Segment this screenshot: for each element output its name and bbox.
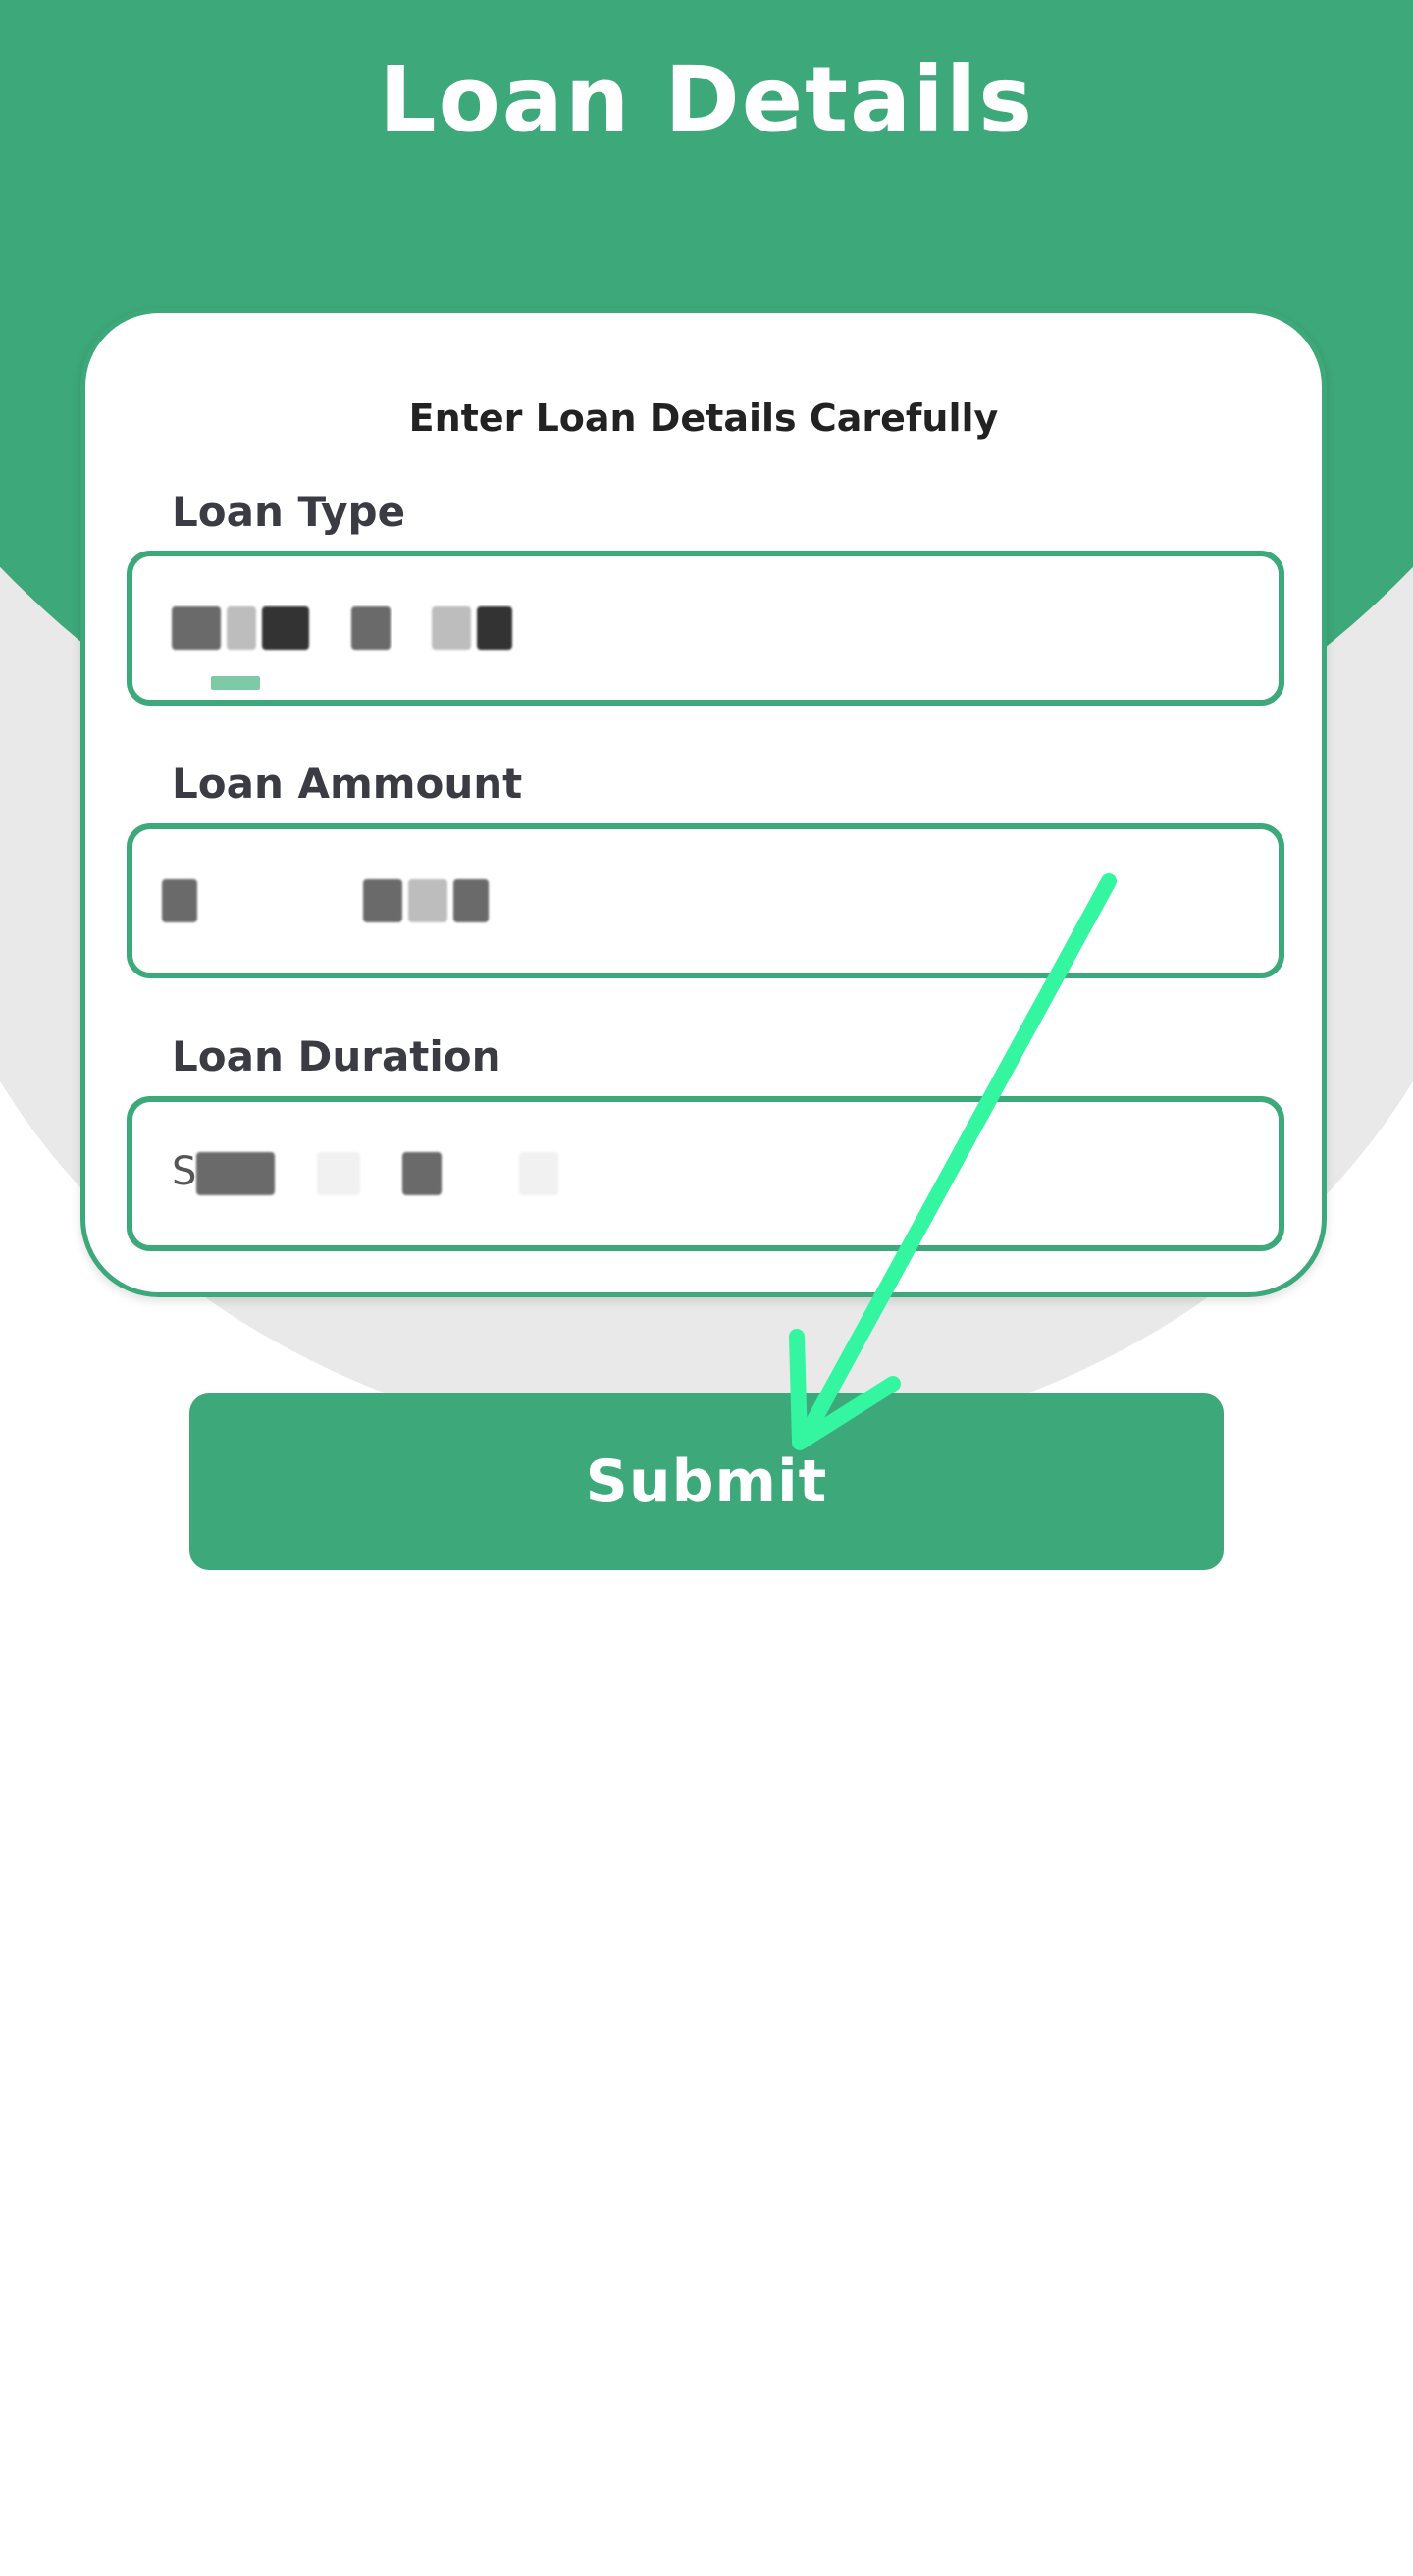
redacted-text (162, 879, 197, 922)
redacted-text (172, 606, 221, 650)
loan-type-label: Loan Type (172, 488, 406, 536)
page-title: Loan Details (378, 47, 1035, 152)
loan-type-field[interactable] (127, 551, 1284, 706)
loan-details-screen: Loan Details Enter Loan Details Carefull… (0, 0, 1413, 2576)
redacted-text (227, 606, 256, 650)
redacted-text (518, 1152, 558, 1195)
redacted-text (196, 1152, 276, 1195)
redacted-text (362, 879, 402, 922)
submit-button[interactable]: Submit (189, 1393, 1224, 1570)
loan-amount-label: Loan Ammount (172, 760, 523, 808)
loan-duration-label: Loan Duration (172, 1032, 501, 1080)
redacted-text (477, 606, 513, 650)
redacted-text (350, 606, 391, 650)
redacted-text (317, 1152, 361, 1195)
loan-amount-value (162, 876, 495, 922)
loan-duration-field[interactable]: S (127, 1096, 1284, 1251)
loan-type-value (172, 604, 518, 650)
redacted-text (407, 879, 447, 922)
loan-duration-value: S (172, 1149, 564, 1195)
redacted-text (452, 879, 489, 922)
field-underline-mark (211, 676, 260, 690)
loan-amount-field[interactable] (127, 823, 1284, 978)
redacted-text (262, 606, 309, 650)
redacted-text (432, 606, 472, 650)
redacted-text (401, 1152, 442, 1195)
form-subtitle: Enter Loan Details Carefully (408, 396, 999, 440)
loan-form-card: Enter Loan Details Carefully Loan Type L… (80, 308, 1327, 1297)
